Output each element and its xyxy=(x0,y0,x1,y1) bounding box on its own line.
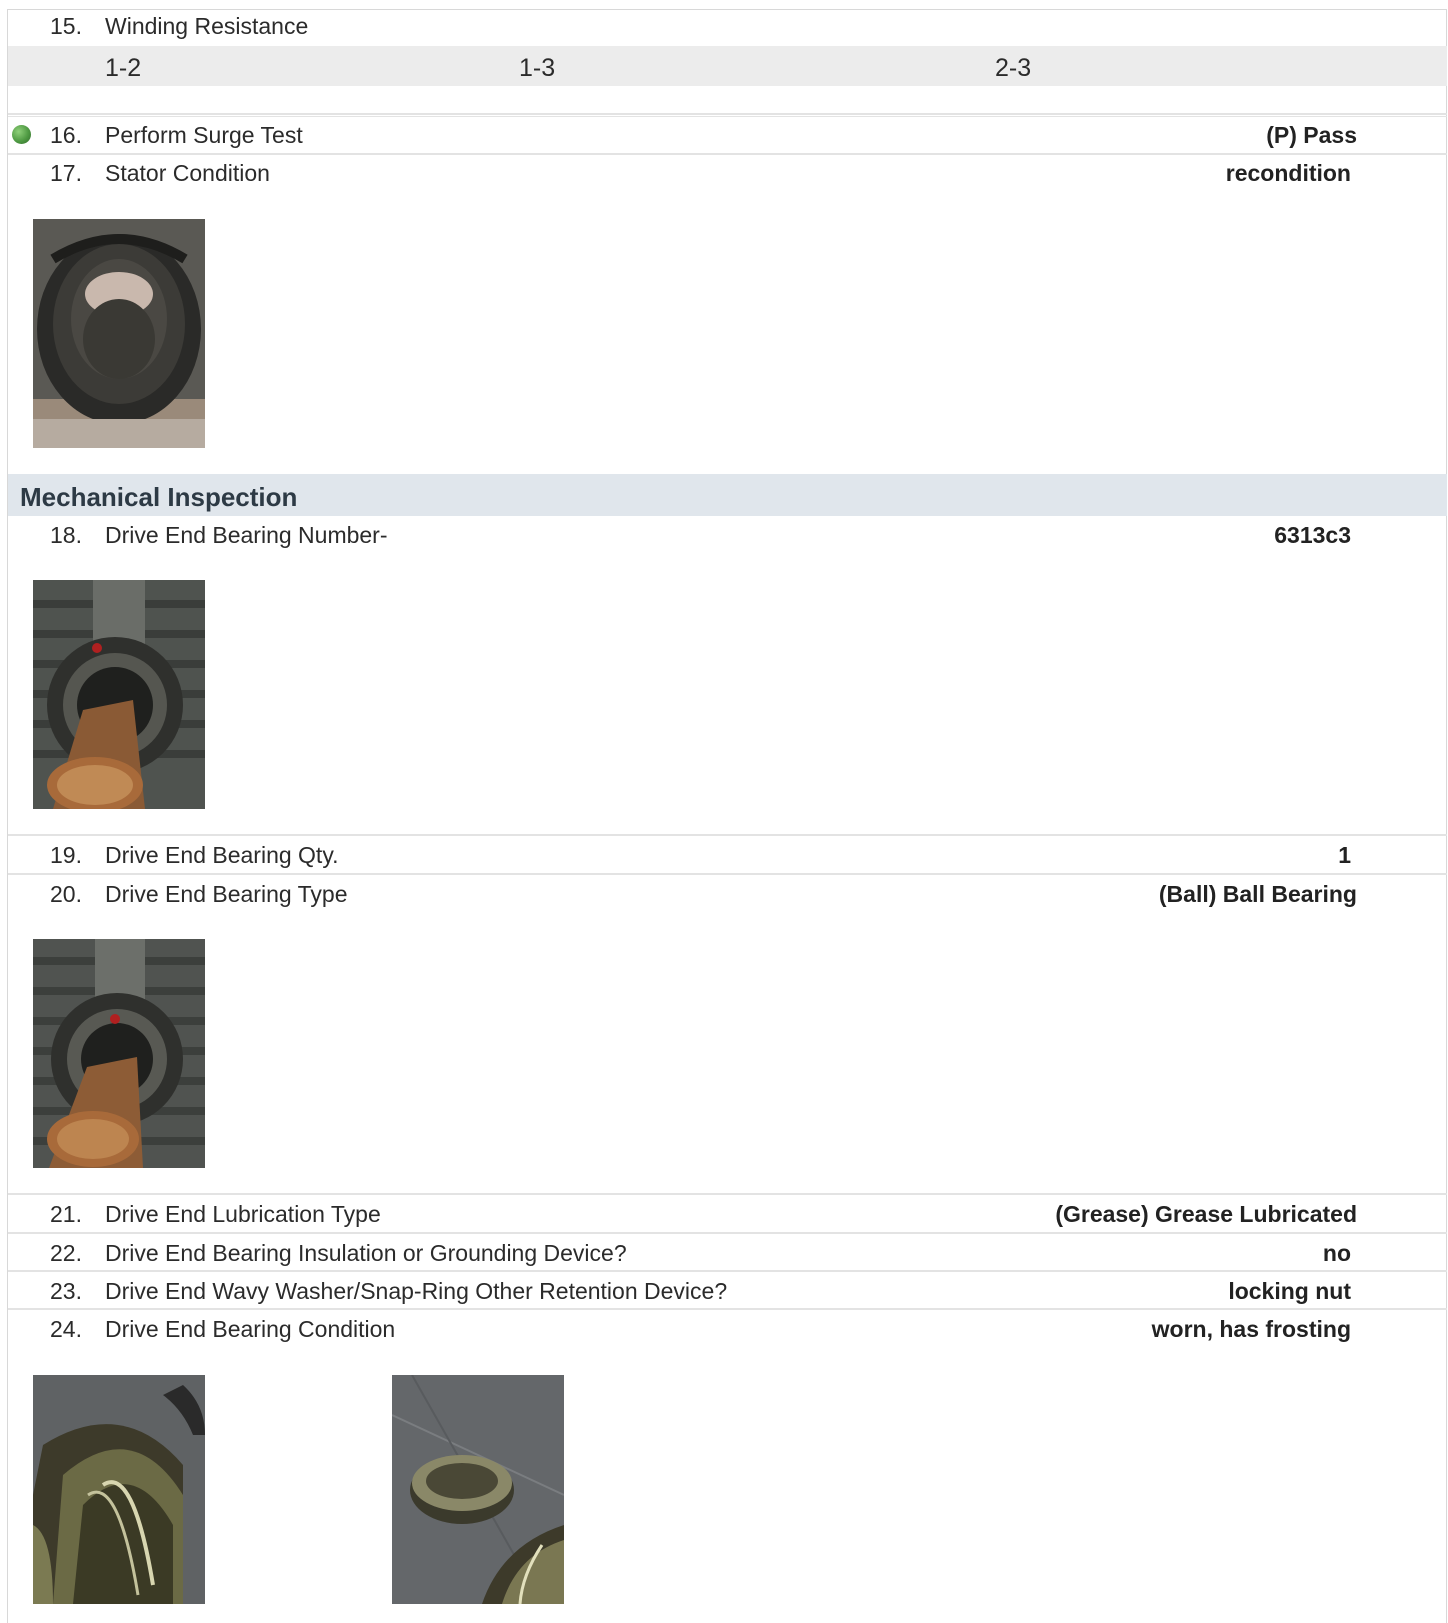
winding-col-1-3: 1-3 xyxy=(519,54,556,82)
row-divider xyxy=(8,1270,1447,1272)
item-number: 20. xyxy=(50,881,82,907)
item-label-insulation: Drive End Bearing Insulation or Groundin… xyxy=(105,1240,627,1266)
bearing-type-image xyxy=(33,939,205,1168)
winding-col-2-3: 2-3 xyxy=(995,54,1032,82)
item-value-retention-device: locking nut xyxy=(1228,1278,1351,1304)
item-number: 15. xyxy=(50,13,82,39)
winding-resistance-subrow xyxy=(8,46,1447,86)
item-label-bearing-type: Drive End Bearing Type xyxy=(105,881,348,907)
bearing-condition-photo-2[interactable] xyxy=(392,1375,564,1604)
winding-col-1-2: 1-2 xyxy=(105,54,142,82)
item-label-retention-device: Drive End Wavy Washer/Snap-Ring Other Re… xyxy=(105,1278,728,1304)
item-number: 18. xyxy=(50,522,82,548)
item-label-bearing-condition: Drive End Bearing Condition xyxy=(105,1316,396,1342)
item-label-stator-condition: Stator Condition xyxy=(105,160,270,186)
row-divider xyxy=(8,873,1447,875)
item-value-insulation: no xyxy=(1322,1240,1351,1266)
bearing-image xyxy=(33,580,205,809)
bearing-condition-photo-1[interactable] xyxy=(33,1375,205,1604)
stator-image xyxy=(33,219,205,448)
report-frame xyxy=(7,9,1447,1623)
row-divider xyxy=(8,1232,1447,1234)
bearing-race-image xyxy=(33,1375,205,1604)
item-label-winding-resistance: Winding Resistance xyxy=(105,13,309,39)
row-divider xyxy=(8,1308,1447,1310)
row-divider xyxy=(8,153,1447,155)
row-divider xyxy=(8,834,1447,836)
row-divider xyxy=(8,113,1447,115)
item-label-bearing-number: Drive End Bearing Number- xyxy=(105,522,388,548)
item-label-bearing-qty: Drive End Bearing Qty. xyxy=(105,842,339,868)
row-divider xyxy=(8,1193,1447,1195)
item-value-bearing-condition: worn, has frosting xyxy=(1151,1316,1351,1342)
bearing-photo[interactable] xyxy=(33,580,205,809)
item-number: 22. xyxy=(50,1240,82,1266)
item-value-bearing-qty: 1 xyxy=(1338,842,1351,868)
inspection-report-page: 15. Winding Resistance 1-2 1-3 2-3 16. P… xyxy=(0,0,1448,1623)
item-number: 19. xyxy=(50,842,82,868)
pass-status-icon xyxy=(12,125,31,144)
item-label-lubrication-type: Drive End Lubrication Type xyxy=(105,1201,381,1227)
item-value-stator-condition: recondition xyxy=(1225,160,1351,186)
item-number: 21. xyxy=(50,1201,82,1227)
item-value-lubrication-type: (Grease) Grease Lubricated xyxy=(1055,1201,1357,1227)
bearing-ring-image xyxy=(392,1375,564,1604)
stator-photo[interactable] xyxy=(33,219,205,448)
item-number: 23. xyxy=(50,1278,82,1304)
item-number: 17. xyxy=(50,160,82,186)
section-title: Mechanical Inspection xyxy=(20,482,298,512)
bearing-type-photo[interactable] xyxy=(33,939,205,1168)
row-divider xyxy=(8,116,1447,117)
item-value-surge-test: (P) Pass xyxy=(1266,122,1357,148)
item-number: 24. xyxy=(50,1316,82,1342)
item-label-surge-test: Perform Surge Test xyxy=(105,122,303,148)
item-value-bearing-type: (Ball) Ball Bearing xyxy=(1158,881,1357,907)
item-value-bearing-number: 6313c3 xyxy=(1274,522,1351,548)
item-number: 16. xyxy=(50,122,82,148)
